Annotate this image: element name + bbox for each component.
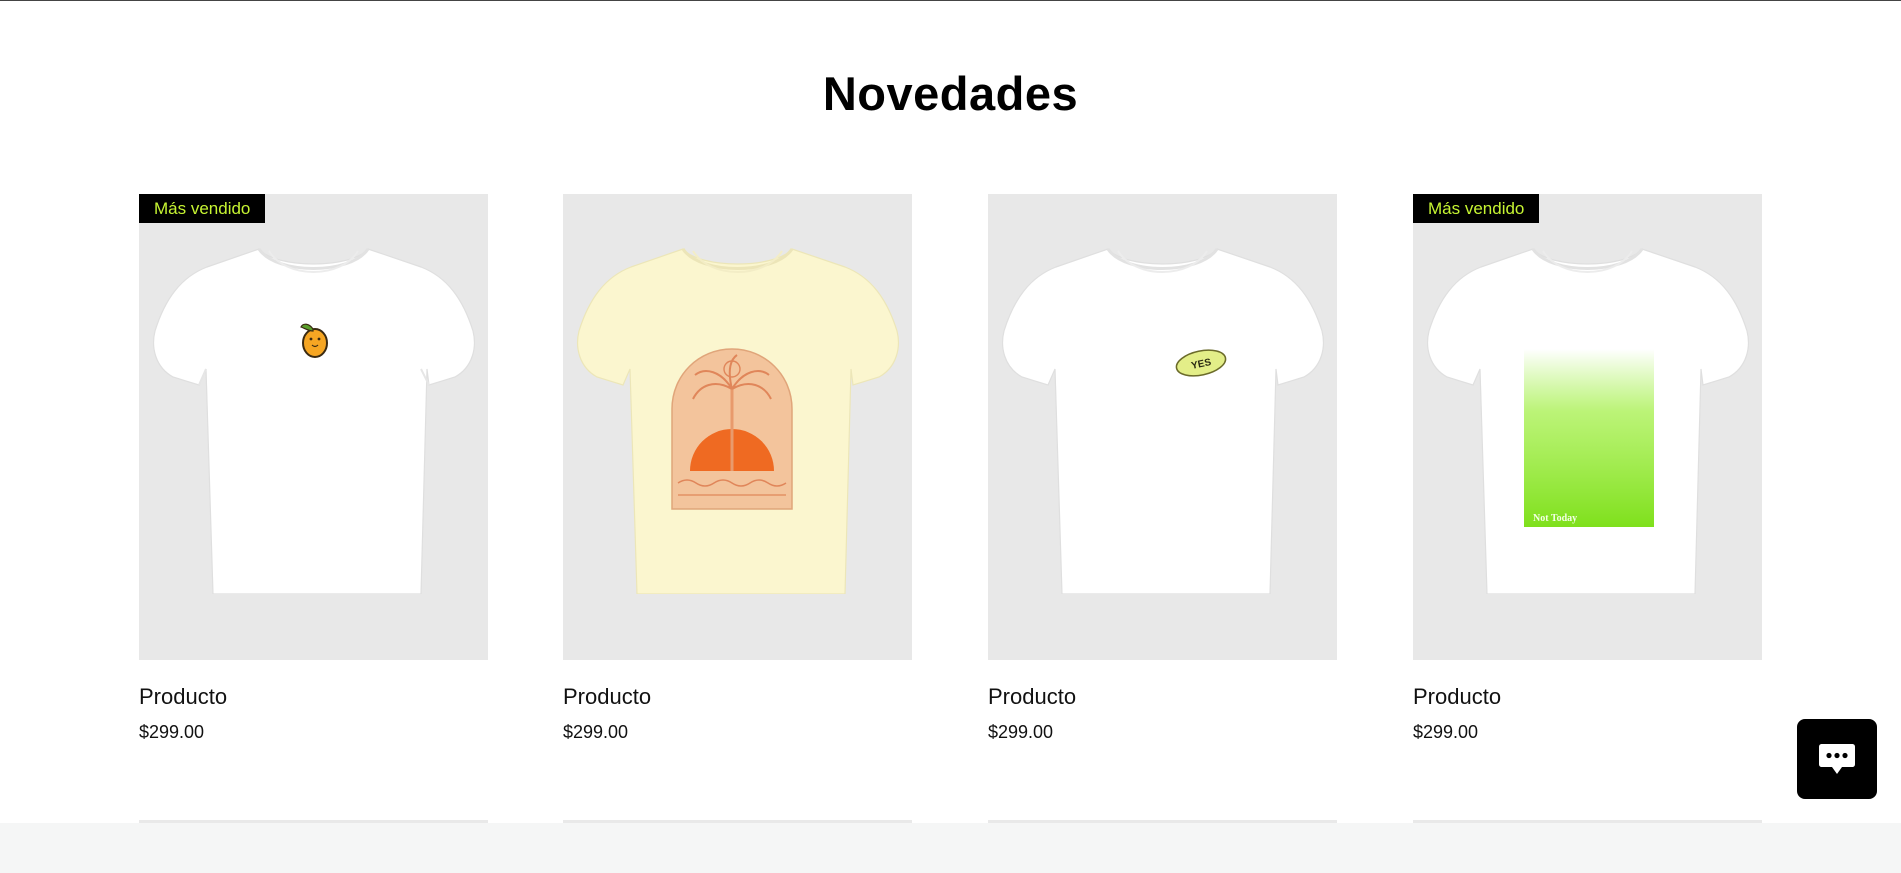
product-price: $299.00 xyxy=(563,722,629,742)
green-gradient-print: Not Today xyxy=(1524,349,1654,527)
next-row-card-edge xyxy=(139,820,488,823)
next-row-card-edge xyxy=(988,820,1337,823)
product-name[interactable]: Producto xyxy=(1413,682,1501,712)
product-card[interactable]: Más vendido xyxy=(139,194,488,754)
bestseller-badge: Más vendido xyxy=(139,194,266,223)
product-image[interactable]: YES xyxy=(988,194,1337,660)
product-name[interactable]: Producto xyxy=(563,682,651,712)
page: Novedades Más vendido Producto $299.00 P… xyxy=(0,0,1901,873)
product-name[interactable]: Producto xyxy=(988,682,1076,712)
product-image[interactable]: Más vendido xyxy=(1413,194,1762,660)
product-card[interactable]: YES Producto $299.00 xyxy=(988,194,1337,754)
product-price: $299.00 xyxy=(1413,722,1479,742)
section-title: Novedades xyxy=(822,67,1079,120)
tshirt-image xyxy=(151,239,476,594)
tshirt-image xyxy=(575,239,900,594)
product-image[interactable]: Más vendido xyxy=(139,194,488,660)
product-price: $299.00 xyxy=(139,722,205,742)
product-card[interactable]: Más vendido xyxy=(1413,194,1762,754)
chat-button[interactable] xyxy=(1797,719,1877,799)
product-card[interactable]: Producto $299.00 xyxy=(563,194,912,754)
next-section-background xyxy=(0,823,1901,873)
product-image[interactable] xyxy=(563,194,912,660)
product-price: $299.00 xyxy=(988,722,1054,742)
next-row-card-edge xyxy=(1413,820,1762,823)
tshirt-image: YES xyxy=(1000,239,1325,594)
chat-bubble-icon xyxy=(1818,742,1856,776)
next-row-card-edge xyxy=(563,820,912,823)
tshirt-image: Not Today xyxy=(1425,239,1750,594)
svg-text:Not Today: Not Today xyxy=(1533,513,1577,524)
product-grid: Más vendido Producto $299.00 Producto $2… xyxy=(139,194,1762,754)
top-divider xyxy=(0,0,1901,1)
product-name[interactable]: Producto xyxy=(139,682,227,712)
palm-sunset-print xyxy=(671,348,793,510)
bestseller-badge: Más vendido xyxy=(1413,194,1540,223)
